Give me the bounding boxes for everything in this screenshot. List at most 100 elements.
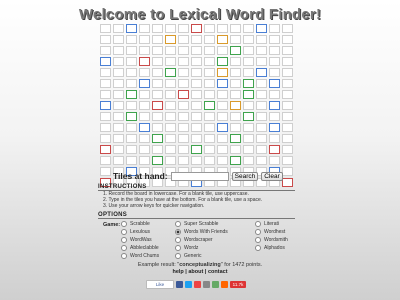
- board-cell[interactable]: [204, 101, 215, 110]
- board-cell[interactable]: [217, 123, 228, 132]
- game-option[interactable]: Word Chums: [121, 253, 159, 259]
- game-option[interactable]: Words With Friends: [175, 229, 228, 235]
- board-cell[interactable]: [282, 134, 293, 143]
- board-cell[interactable]: [165, 123, 176, 132]
- board-cell[interactable]: [191, 145, 202, 154]
- search-button[interactable]: Search: [231, 171, 259, 181]
- radio-button[interactable]: [175, 237, 181, 243]
- board-cell[interactable]: [165, 24, 176, 33]
- board-cell[interactable]: [113, 57, 124, 66]
- board-cell[interactable]: [243, 57, 254, 66]
- board-cell[interactable]: [230, 112, 241, 121]
- board-cell[interactable]: [269, 35, 280, 44]
- board-cell[interactable]: [282, 112, 293, 121]
- facebook-icon[interactable]: [176, 281, 183, 288]
- board-cell[interactable]: [256, 90, 267, 99]
- board-cell[interactable]: [126, 156, 137, 165]
- board-cell[interactable]: [113, 123, 124, 132]
- board-cell[interactable]: [178, 123, 189, 132]
- board-cell[interactable]: [256, 134, 267, 143]
- board-cell[interactable]: [204, 35, 215, 44]
- facebook-like-button[interactable]: Like: [146, 280, 174, 289]
- board-cell[interactable]: [204, 90, 215, 99]
- board-cell[interactable]: [269, 123, 280, 132]
- board-cell[interactable]: [243, 46, 254, 55]
- radio-button[interactable]: [121, 229, 127, 235]
- board-cell[interactable]: [191, 90, 202, 99]
- board-cell[interactable]: [230, 123, 241, 132]
- board-cell[interactable]: [230, 68, 241, 77]
- board-cell[interactable]: [113, 134, 124, 143]
- board-cell[interactable]: [191, 123, 202, 132]
- board-cell[interactable]: [282, 90, 293, 99]
- board-cell[interactable]: [113, 156, 124, 165]
- board-cell[interactable]: [126, 145, 137, 154]
- board-cell[interactable]: [191, 112, 202, 121]
- board-cell[interactable]: [269, 156, 280, 165]
- share-icon[interactable]: [221, 281, 228, 288]
- board-cell[interactable]: [165, 79, 176, 88]
- board-cell[interactable]: [282, 24, 293, 33]
- board-cell[interactable]: [126, 68, 137, 77]
- board-cell[interactable]: [269, 134, 280, 143]
- game-option[interactable]: Abbleclabble: [121, 245, 159, 251]
- board-cell[interactable]: [243, 90, 254, 99]
- board-cell[interactable]: [269, 79, 280, 88]
- board-cell[interactable]: [139, 123, 150, 132]
- board-cell[interactable]: [126, 46, 137, 55]
- board-cell[interactable]: [165, 68, 176, 77]
- board-cell[interactable]: [139, 79, 150, 88]
- board-cell[interactable]: [178, 101, 189, 110]
- board-cell[interactable]: [230, 145, 241, 154]
- board-cell[interactable]: [243, 101, 254, 110]
- board-cell[interactable]: [126, 90, 137, 99]
- board-cell[interactable]: [152, 79, 163, 88]
- board-cell[interactable]: [269, 24, 280, 33]
- game-option[interactable]: Scrabble: [121, 221, 150, 227]
- board-cell[interactable]: [126, 79, 137, 88]
- board-cell[interactable]: [152, 134, 163, 143]
- board-cell[interactable]: [243, 79, 254, 88]
- game-option[interactable]: Wordhest: [255, 229, 285, 235]
- board-cell[interactable]: [256, 35, 267, 44]
- board-cell[interactable]: [269, 145, 280, 154]
- board-cell[interactable]: [217, 134, 228, 143]
- board-cell[interactable]: [100, 112, 111, 121]
- board-cell[interactable]: [191, 68, 202, 77]
- board-cell[interactable]: [282, 167, 293, 176]
- board-cell[interactable]: [230, 134, 241, 143]
- board-cell[interactable]: [256, 112, 267, 121]
- board-cell[interactable]: [152, 35, 163, 44]
- clear-button[interactable]: Clear: [261, 171, 283, 181]
- board-cell[interactable]: [139, 156, 150, 165]
- radio-button[interactable]: [121, 221, 127, 227]
- board-cell[interactable]: [178, 24, 189, 33]
- board-cell[interactable]: [100, 134, 111, 143]
- game-option[interactable]: Wordz: [175, 245, 198, 251]
- board-cell[interactable]: [113, 112, 124, 121]
- board-cell[interactable]: [152, 145, 163, 154]
- board-cell[interactable]: [100, 35, 111, 44]
- board-cell[interactable]: [256, 24, 267, 33]
- board-cell[interactable]: [178, 46, 189, 55]
- board-cell[interactable]: [243, 68, 254, 77]
- board-cell[interactable]: [100, 68, 111, 77]
- board-cell[interactable]: [178, 134, 189, 143]
- board-cell[interactable]: [217, 90, 228, 99]
- board-cell[interactable]: [139, 112, 150, 121]
- board-cell[interactable]: [217, 24, 228, 33]
- board-cell[interactable]: [191, 156, 202, 165]
- board-cell[interactable]: [100, 24, 111, 33]
- print-icon[interactable]: [212, 281, 219, 288]
- about-link[interactable]: about: [188, 269, 203, 275]
- board-cell[interactable]: [256, 156, 267, 165]
- board-cell[interactable]: [256, 46, 267, 55]
- board-cell[interactable]: [139, 35, 150, 44]
- board-cell[interactable]: [243, 156, 254, 165]
- board-cell[interactable]: [230, 57, 241, 66]
- board-cell[interactable]: [165, 46, 176, 55]
- board-cell[interactable]: [191, 134, 202, 143]
- board-cell[interactable]: [269, 90, 280, 99]
- board-cell[interactable]: [126, 57, 137, 66]
- board-cell[interactable]: [204, 112, 215, 121]
